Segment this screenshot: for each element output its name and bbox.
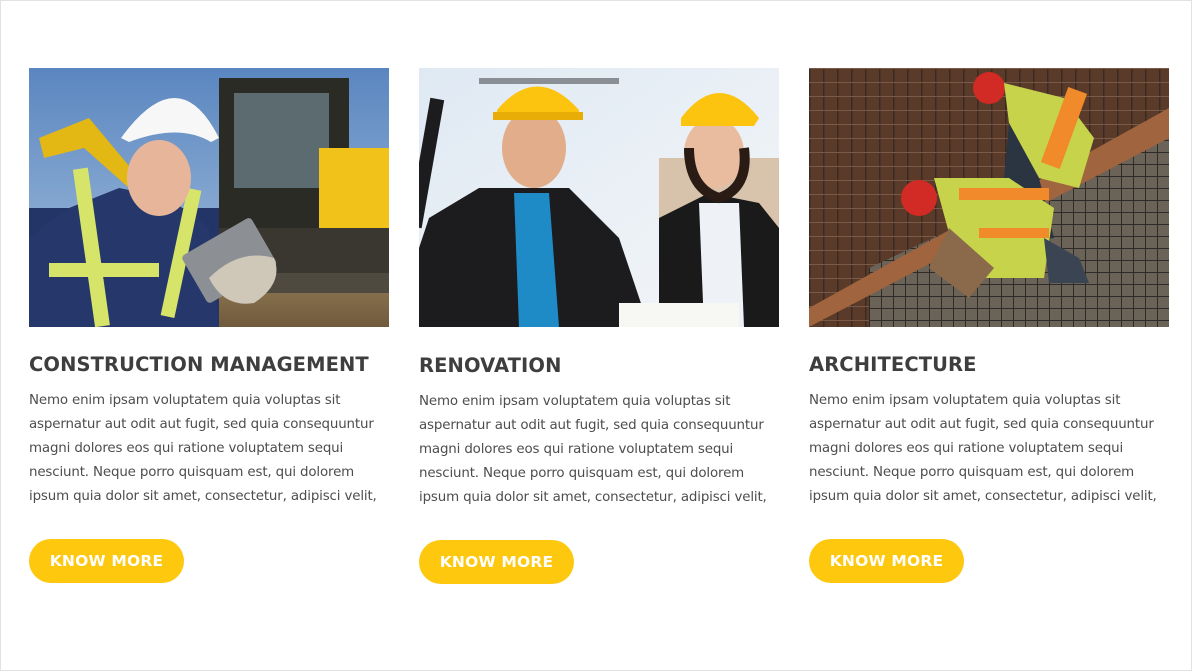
know-more-button[interactable]: KNOW MORE	[809, 539, 964, 583]
description-line: nesciunt. Neque porro quisquam est, qui …	[809, 465, 1135, 480]
description-line: aspernatur aut odit aut fugit, sed quia …	[809, 417, 1154, 432]
description-line: ipsum quia dolor sit amet, consectetur, …	[29, 489, 377, 504]
know-more-button[interactable]: KNOW MORE	[29, 539, 184, 583]
service-description: Nemo enim ipsam voluptatem quia voluptas…	[419, 390, 779, 510]
service-description: Nemo enim ipsam voluptatem quia voluptas…	[809, 389, 1169, 509]
description-line: nesciunt. Neque porro quisquam est, qui …	[419, 466, 745, 481]
description-line: magni dolores eos qui ratione voluptatem…	[809, 441, 1124, 456]
description-line: magni dolores eos qui ratione voluptatem…	[29, 441, 344, 456]
description-line: nesciunt. Neque porro quisquam est, qui …	[29, 465, 355, 480]
description-line: ipsum quia dolor sit amet, consectetur, …	[809, 489, 1157, 504]
service-title: CONSTRUCTION MANAGEMENT	[29, 353, 369, 376]
service-title: RENOVATION	[419, 354, 562, 377]
engineers-photo	[419, 68, 779, 327]
description-line: ipsum quia dolor sit amet, consectetur, …	[419, 490, 767, 505]
service-description: Nemo enim ipsam voluptatem quia voluptas…	[29, 389, 389, 509]
construction-manager-photo	[29, 68, 389, 327]
service-title: ARCHITECTURE	[809, 353, 977, 376]
service-card-construction-management: CONSTRUCTION MANAGEMENT Nemo enim ipsam …	[29, 68, 389, 583]
description-line: Nemo enim ipsam voluptatem quia voluptas…	[29, 393, 341, 408]
service-card-renovation: RENOVATION Nemo enim ipsam voluptatem qu…	[419, 68, 779, 584]
know-more-button[interactable]: KNOW MORE	[419, 540, 574, 584]
description-line: aspernatur aut odit aut fugit, sed quia …	[29, 417, 374, 432]
description-line: Nemo enim ipsam voluptatem quia voluptas…	[809, 393, 1121, 408]
service-card-architecture: ARCHITECTURE Nemo enim ipsam voluptatem …	[809, 68, 1169, 583]
description-line: Nemo enim ipsam voluptatem quia voluptas…	[419, 394, 731, 409]
rebar-workers-photo	[809, 68, 1169, 327]
description-line: aspernatur aut odit aut fugit, sed quia …	[419, 418, 764, 433]
description-line: magni dolores eos qui ratione voluptatem…	[419, 442, 734, 457]
